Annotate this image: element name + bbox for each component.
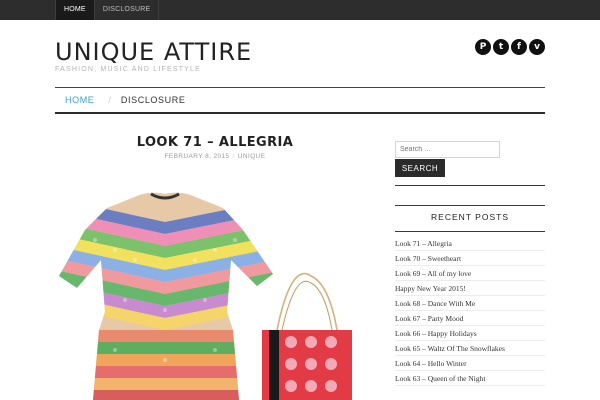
recent-posts-list: Look 71 – Allegria Look 70 – Sweetheart … [395, 236, 545, 386]
recent-post-link[interactable]: Happy New Year 2015! [395, 284, 466, 293]
recent-post-link[interactable]: Look 64 – Hello Winter [395, 359, 467, 368]
recent-post-link[interactable]: Look 71 – Allegria [395, 239, 452, 248]
recent-post-link[interactable]: Look 65 – Waltz Of The Snowflakes [395, 344, 505, 353]
site-title[interactable]: UNIQUE ATTIRE [55, 38, 252, 66]
list-item: Look 67 – Party Mood [395, 311, 545, 326]
social-links: P t f v [475, 39, 545, 55]
top-nav-home[interactable]: HOME [55, 0, 95, 20]
top-nav-disclosure[interactable]: DISCLOSURE [95, 0, 160, 20]
list-item: Look 69 – All of my love [395, 266, 545, 281]
pinterest-icon[interactable]: P [475, 39, 491, 55]
vimeo-icon[interactable]: v [529, 39, 545, 55]
post-date[interactable]: FEBRUARY 8, 2015 [165, 153, 230, 160]
list-item: Look 64 – Hello Winter [395, 356, 545, 371]
recent-post-link[interactable]: Look 63 – Queen of the Night [395, 374, 485, 383]
post-meta: FEBRUARY 8, 2015/UNIQUE [100, 153, 330, 160]
post-image [59, 192, 352, 400]
post-title[interactable]: LOOK 71 – ALLEGRIA [100, 135, 330, 150]
list-item: Look 71 – Allegria [395, 236, 545, 251]
search-input[interactable] [395, 141, 500, 158]
twitter-icon[interactable]: t [493, 39, 509, 55]
site-description: FASHION, MUSIC AND LIFESTYLE [55, 66, 202, 73]
top-nav: HOME DISCLOSURE [55, 0, 160, 20]
list-item: Look 63 – Queen of the Night [395, 371, 545, 386]
list-item: Look 70 – Sweetheart [395, 251, 545, 266]
widget-title-bottom-rule [395, 231, 545, 232]
recent-post-link[interactable]: Look 68 – Dance With Me [395, 299, 475, 308]
widget-title-top-rule [395, 205, 545, 206]
post-meta-separator: / [232, 153, 235, 160]
recent-post-link[interactable]: Look 69 – All of my love [395, 269, 471, 278]
list-item: Look 66 – Happy Holidays [395, 326, 545, 341]
recent-post-link[interactable]: Look 67 – Party Mood [395, 314, 463, 323]
facebook-icon[interactable]: f [511, 39, 527, 55]
post-category[interactable]: UNIQUE [238, 153, 266, 160]
list-item: Look 68 – Dance With Me [395, 296, 545, 311]
recent-post-link[interactable]: Look 66 – Happy Holidays [395, 329, 477, 338]
list-item: Happy New Year 2015! [395, 281, 545, 296]
dress-illustration [59, 192, 273, 400]
main-nav-home[interactable]: HOME [55, 95, 94, 105]
main-nav-separator: / [108, 95, 111, 105]
search-button[interactable]: SEARCH [395, 159, 445, 177]
sidebar-divider [395, 185, 545, 186]
list-item: Look 65 – Waltz Of The Snowflakes [395, 341, 545, 356]
main-nav-disclosure[interactable]: DISCLOSURE [121, 95, 186, 105]
main-nav: HOME / DISCLOSURE [55, 87, 545, 114]
top-bar: HOME DISCLOSURE [0, 0, 600, 20]
handbag-illustration [262, 272, 352, 400]
recent-posts-title: RECENT POSTS [431, 212, 509, 222]
recent-post-link[interactable]: Look 70 – Sweetheart [395, 254, 461, 263]
